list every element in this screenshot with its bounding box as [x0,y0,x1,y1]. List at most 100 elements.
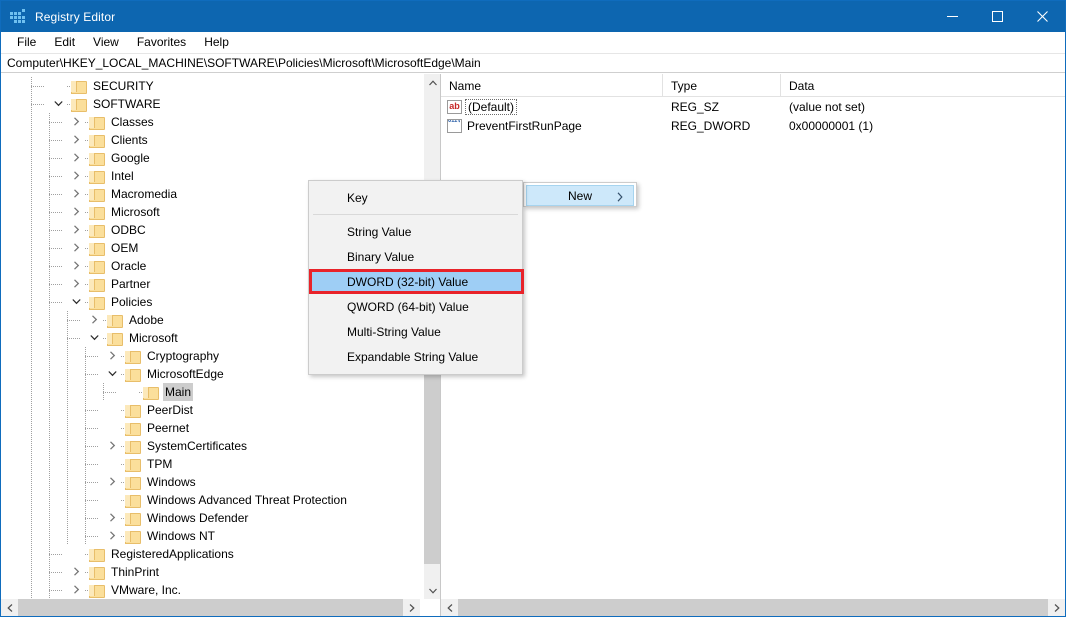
value-name-cell: PreventFirstRunPage [441,116,663,135]
tree-item[interactable]: RegisteredApplications [1,545,420,563]
chevron-down-icon[interactable] [67,293,85,311]
chevron-right-icon[interactable] [67,275,85,293]
tree-item-label: MicrosoftEdge [147,367,224,381]
tree-item[interactable]: SECURITY [1,77,420,95]
value-type: REG_SZ [671,99,720,114]
context-menu-item[interactable]: Expandable String Value [309,344,522,369]
chevron-right-icon[interactable] [103,437,121,455]
tree-item-label: Windows [147,475,196,489]
menu-help[interactable]: Help [195,33,238,52]
values-list[interactable]: (Default) REG_SZ (value not set) PreventFir… [441,97,1065,135]
tree-item[interactable]: Main [1,383,420,401]
scroll-down-icon[interactable] [424,582,440,599]
context-menu-item-new[interactable]: New [526,185,634,206]
context-menu-item-label: QWORD (64-bit) Value [347,299,469,314]
scroll-right-icon[interactable] [403,599,420,616]
tree-item[interactable]: Clients [1,131,420,149]
tree-item[interactable]: VMware, Inc. [1,581,420,599]
menu-favorites[interactable]: Favorites [128,33,195,52]
chevron-right-icon[interactable] [67,563,85,581]
tree-item[interactable]: SOFTWARE [1,95,420,113]
chevron-right-icon[interactable] [103,347,121,365]
tree-item[interactable]: TPM [1,455,420,473]
values-hscroll-thumb[interactable] [458,599,1048,616]
tree-guide-line [31,311,32,329]
tree-item[interactable]: Windows NT [1,527,420,545]
tree-guide-line [49,347,50,365]
values-horizontal-scrollbar[interactable] [441,599,1065,616]
tree-item-label: ODBC [111,223,146,237]
tree-item-label: Adobe [129,313,164,327]
tree-connector [85,500,99,501]
context-menu-item-label: String Value [347,224,412,239]
tree-guide-line [31,113,32,131]
tree-connector [85,356,99,357]
tree-scroll-thumb[interactable] [424,374,440,564]
chevron-right-icon[interactable] [67,167,85,185]
tree-item[interactable]: PeerDist [1,401,420,419]
tree-horizontal-scrollbar[interactable] [1,599,420,616]
tree-item[interactable]: ThinPrint [1,563,420,581]
folder-icon [143,386,159,400]
tree-connector [85,446,99,447]
chevron-right-icon[interactable] [67,113,85,131]
minimize-button[interactable] [930,1,975,32]
chevron-right-icon[interactable] [67,203,85,221]
address-bar[interactable]: Computer\HKEY_LOCAL_MACHINE\SOFTWARE\Pol… [1,53,1065,73]
chevron-right-icon[interactable] [67,257,85,275]
context-menu-item[interactable]: QWORD (64-bit) Value [309,294,522,319]
chevron-right-icon[interactable] [103,509,121,527]
chevron-down-icon[interactable] [49,95,67,113]
tree-item[interactable]: Peernet [1,419,420,437]
values-scroll-left-icon[interactable] [441,599,458,616]
values-column-headers: Name Type Data [441,74,1065,97]
tree-guide-line [31,329,32,347]
values-scroll-right-icon[interactable] [1048,599,1065,616]
context-menu-item[interactable]: DWORD (32-bit) Value [309,269,522,294]
tree-item[interactable]: Windows Defender [1,509,420,527]
values-pane: Name Type Data (Default) REG_SZ (value not… [441,74,1065,616]
chevron-right-icon[interactable] [67,239,85,257]
tree-guide-line [49,491,50,509]
value-row[interactable]: (Default) REG_SZ (value not set) [441,97,1065,116]
chevron-right-icon[interactable] [103,527,121,545]
maximize-button[interactable] [975,1,1020,32]
value-row[interactable]: PreventFirstRunPage REG_DWORD 0x00000001 (… [441,116,1065,135]
tree-hscroll-thumb[interactable] [18,599,403,616]
tree-connector [85,374,99,375]
menu-view[interactable]: View [84,33,128,52]
tree-item[interactable]: SystemCertificates [1,437,420,455]
tree-item[interactable]: Google [1,149,420,167]
chevron-right-icon[interactable] [67,149,85,167]
tree-guide-line [31,527,32,545]
context-menu-item[interactable]: Binary Value [309,244,522,269]
chevron-right-icon[interactable] [67,131,85,149]
tree-item[interactable]: Windows [1,473,420,491]
chevron-right-icon[interactable] [67,185,85,203]
chevron-right-icon[interactable] [103,473,121,491]
column-header-data[interactable]: Data [781,74,1065,97]
tree-connector [31,86,45,87]
chevron-right-icon[interactable] [67,581,85,599]
tree-connector [85,536,99,537]
chevron-down-icon[interactable] [85,329,103,347]
scroll-up-icon[interactable] [424,74,440,91]
tree-item[interactable]: Windows Advanced Threat Protection [1,491,420,509]
tree-guide-line [31,491,32,509]
context-menu-entry: Multi-String Value [309,319,522,344]
context-menu-item[interactable]: Key [309,185,522,210]
scroll-left-icon[interactable] [1,599,18,616]
chevron-right-icon[interactable] [67,221,85,239]
menu-file[interactable]: File [8,33,45,52]
chevron-down-icon[interactable] [103,365,121,383]
column-header-type[interactable]: Type [663,74,781,97]
context-menu-item[interactable]: String Value [309,219,522,244]
context-menu-item[interactable]: Multi-String Value [309,319,522,344]
tree-item[interactable]: Classes [1,113,420,131]
chevron-right-icon[interactable] [85,311,103,329]
menu-edit[interactable]: Edit [45,33,84,52]
column-header-name[interactable]: Name [441,74,663,97]
close-button[interactable] [1020,1,1065,32]
tree-guide-line [49,311,50,329]
